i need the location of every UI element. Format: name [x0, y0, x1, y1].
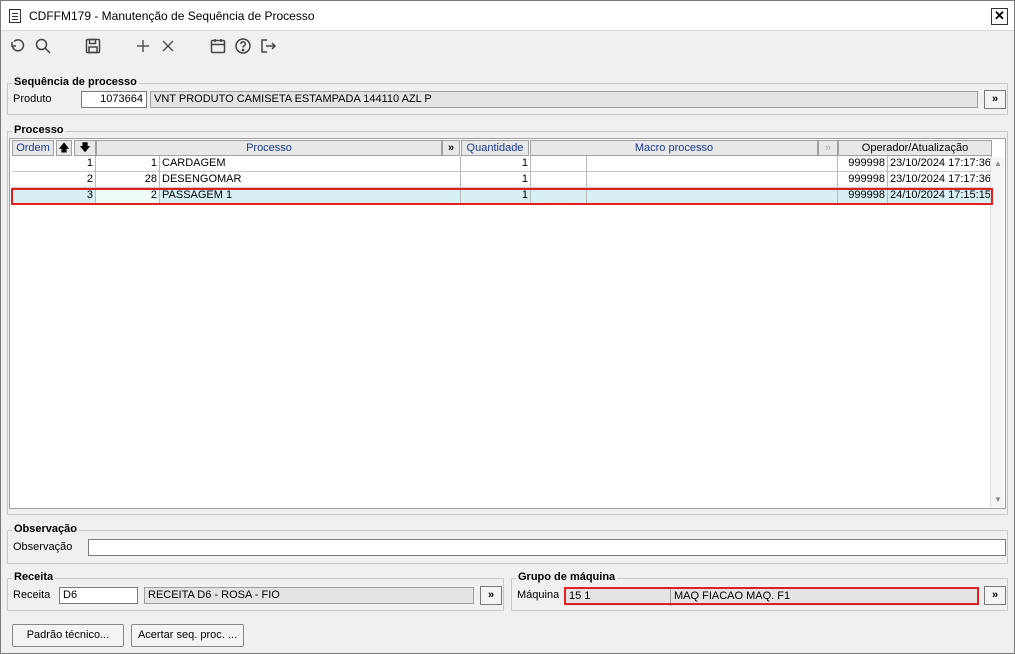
grupo-maquina-title: Grupo de máquina	[516, 571, 618, 583]
scroll-up-icon[interactable]: ▲	[992, 157, 1004, 171]
cell-ordem: 1	[12, 156, 96, 172]
processo-lookup-button[interactable]: »	[442, 140, 460, 156]
add-icon[interactable]	[134, 37, 152, 55]
receita-description: RECEITA D6 - ROSA - FIO	[144, 587, 474, 604]
receita-code-input[interactable]: D6	[59, 587, 138, 604]
save-icon[interactable]	[84, 37, 102, 55]
calendar-icon[interactable]	[209, 37, 227, 55]
observacao-title: Observação	[12, 523, 79, 535]
cell-processo-code[interactable]: 28	[96, 172, 160, 188]
receita-label: Receita	[13, 589, 51, 601]
cell-macro	[587, 156, 838, 172]
receita-title: Receita	[12, 571, 56, 583]
cell-atualizacao: 23/10/2024 17:17:36	[888, 156, 992, 172]
scroll-down-icon[interactable]: ▼	[992, 493, 1004, 507]
search-icon[interactable]	[34, 37, 52, 55]
cell-processo-code[interactable]: 2	[96, 188, 160, 204]
undo-icon[interactable]	[8, 37, 26, 55]
maquina-code[interactable]: 15 1	[566, 589, 670, 606]
cell-macro-code[interactable]	[531, 188, 587, 204]
exit-icon[interactable]	[259, 37, 277, 55]
cell-quantidade[interactable]: 1	[461, 156, 531, 172]
help-icon[interactable]	[234, 37, 252, 55]
vertical-scrollbar[interactable]: ▲ ▼	[990, 157, 1004, 507]
cell-processo: CARDAGEM	[160, 156, 461, 172]
cell-operador: 999998	[838, 188, 888, 204]
cell-atualizacao: 24/10/2024 17:15:15	[888, 188, 992, 204]
cell-operador: 999998	[838, 172, 888, 188]
cell-quantidade[interactable]: 1	[461, 188, 531, 204]
cell-macro	[587, 188, 838, 204]
toolbar	[1, 32, 1014, 62]
move-up-icon[interactable]: 🡅	[56, 140, 72, 156]
sequencia-title: Sequência de processo	[12, 76, 139, 88]
observacao-label: Observação	[13, 541, 73, 553]
cell-processo: PASSAGEM 1	[160, 188, 461, 204]
window-title: CDFFM179 - Manutenção de Sequência de Pr…	[29, 9, 315, 23]
cell-ordem: 2	[12, 172, 96, 188]
cell-ordem: 3	[12, 188, 96, 204]
header-ordem[interactable]: Ordem	[12, 140, 54, 156]
maquina-description: MAQ FIACAO MAQ. F1	[670, 589, 977, 606]
title-bar: CDFFM179 - Manutenção de Sequência de Pr…	[1, 1, 1014, 31]
produto-label: Produto	[13, 93, 52, 105]
table-row-selected[interactable]: 3 2 PASSAGEM 1 1 999998 24/10/2024 17:15…	[12, 188, 992, 204]
cell-quantidade[interactable]: 1	[461, 172, 531, 188]
acertar-seq-proc-button[interactable]: Acertar seq. proc. ...	[131, 624, 244, 647]
produto-code-input[interactable]: 1073664	[81, 91, 147, 108]
maquina-lookup-button[interactable]: »	[984, 586, 1006, 605]
cell-macro-code[interactable]	[531, 156, 587, 172]
header-processo[interactable]: Processo	[96, 140, 442, 156]
cell-macro	[587, 172, 838, 188]
processo-grid: Ordem 🡅 🡇 Processo » Quantidade Macro pr…	[9, 138, 1006, 509]
observacao-input[interactable]	[88, 539, 1006, 556]
receita-lookup-button[interactable]: »	[480, 586, 502, 605]
header-quantidade[interactable]: Quantidade	[461, 140, 529, 156]
processo-title: Processo	[12, 124, 66, 136]
macro-lookup-button: »	[818, 140, 838, 156]
padrao-tecnico-button[interactable]: Padrão técnico...	[12, 624, 124, 647]
cell-macro-code[interactable]	[531, 172, 587, 188]
cell-atualizacao: 23/10/2024 17:17:36	[888, 172, 992, 188]
maquina-label: Máquina	[517, 589, 560, 601]
main-window: CDFFM179 - Manutenção de Sequência de Pr…	[0, 0, 1015, 654]
produto-lookup-button[interactable]: »	[984, 90, 1006, 109]
app-icon	[9, 9, 21, 23]
table-row[interactable]: 2 28 DESENGOMAR 1 999998 23/10/2024 17:1…	[12, 172, 992, 188]
header-operador: Operador/Atualização	[838, 140, 992, 156]
table-row[interactable]: 1 1 CARDAGEM 1 999998 23/10/2024 17:17:3…	[12, 156, 992, 172]
close-button[interactable]: ✕	[991, 8, 1008, 25]
cell-processo: DESENGOMAR	[160, 172, 461, 188]
delete-icon[interactable]	[159, 37, 177, 55]
produto-description: VNT PRODUTO CAMISETA ESTAMPADA 144110 AZ…	[150, 91, 978, 108]
move-down-icon[interactable]: 🡇	[74, 140, 96, 156]
cell-operador: 999998	[838, 156, 888, 172]
cell-processo-code[interactable]: 1	[96, 156, 160, 172]
header-macro-processo[interactable]: Macro processo	[530, 140, 818, 156]
